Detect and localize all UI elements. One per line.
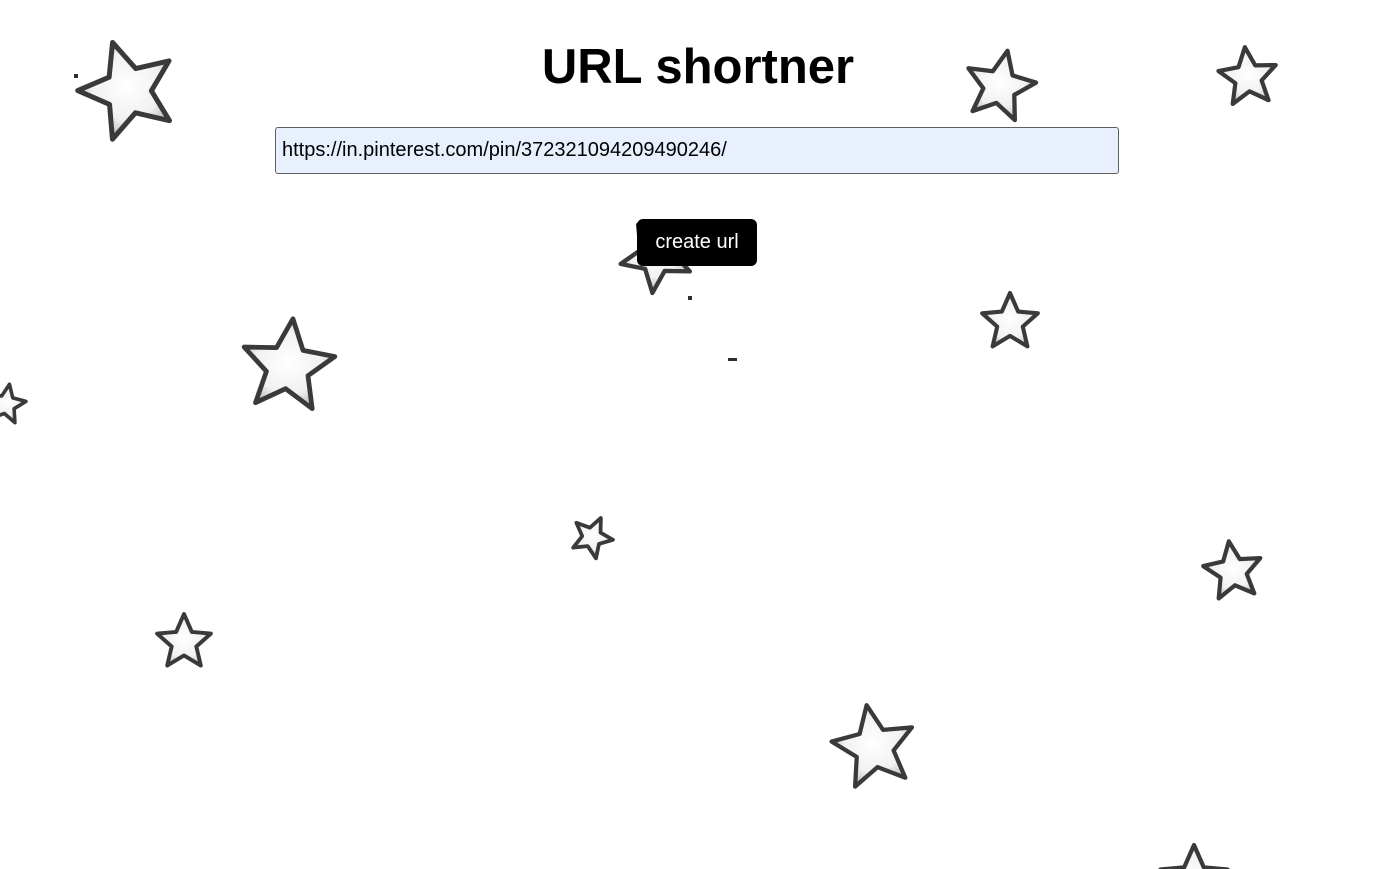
star-icon: [0, 379, 31, 426]
star-icon: [564, 507, 622, 564]
star-icon: [826, 698, 920, 789]
star-icon: [238, 314, 338, 410]
speck-decoration: [728, 358, 737, 361]
star-icon: [1200, 537, 1265, 600]
speck-decoration: [688, 296, 692, 300]
star-icon: [1160, 845, 1227, 869]
page-title: URL shortner: [541, 40, 855, 94]
star-icon: [155, 612, 213, 668]
create-url-button[interactable]: create url: [637, 219, 757, 266]
star-icon: [982, 293, 1038, 346]
page: URL shortner create url: [0, 0, 1396, 869]
url-input[interactable]: [275, 127, 1119, 174]
